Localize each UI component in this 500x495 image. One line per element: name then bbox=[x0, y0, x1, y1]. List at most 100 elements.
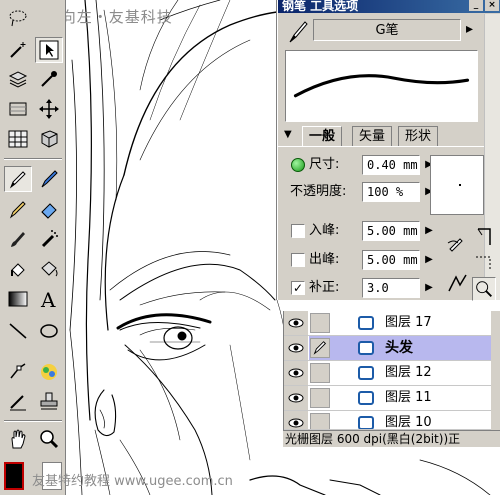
size-label: 尺寸: bbox=[309, 157, 340, 172]
layer-select-icon[interactable] bbox=[4, 66, 32, 92]
layer-edit-toggle[interactable] bbox=[310, 313, 330, 333]
layer-edit-toggle[interactable] bbox=[310, 363, 330, 383]
layer-visibility[interactable] bbox=[284, 336, 309, 360]
size-field[interactable]: 0.40 mm bbox=[362, 155, 420, 175]
layer-status-bar: 光栅图层 600 dpi(黑白(2bit))正 bbox=[283, 430, 500, 447]
end-icon[interactable] bbox=[472, 251, 496, 275]
eyedropper-icon[interactable] bbox=[35, 66, 63, 92]
eraser-icon[interactable] bbox=[35, 196, 63, 222]
out-field[interactable]: 5.00 mm bbox=[362, 250, 420, 270]
opacity-label: 不透明度: bbox=[290, 184, 347, 199]
start-icon[interactable] bbox=[472, 225, 496, 249]
in-field[interactable]: 5.00 mm bbox=[362, 221, 420, 241]
correction-pen-icon[interactable] bbox=[446, 271, 470, 295]
grid-icon[interactable] bbox=[4, 126, 32, 152]
tab-collapse-icon[interactable]: ▼ bbox=[284, 129, 292, 140]
lasso-icon[interactable] bbox=[4, 5, 32, 31]
out-label: 出峰: bbox=[309, 252, 340, 267]
layer-name: 图层 17 bbox=[385, 315, 432, 330]
zoom-icon[interactable] bbox=[35, 426, 63, 452]
correction-label: 补正: bbox=[309, 280, 340, 295]
foreground-color-swatch[interactable] bbox=[4, 462, 24, 490]
layer-row[interactable]: 图层 17 bbox=[284, 311, 500, 336]
brush-preset-name[interactable]: G笔 bbox=[313, 19, 461, 41]
gradient-icon[interactable] bbox=[4, 286, 32, 312]
bucket-icon[interactable] bbox=[35, 256, 63, 282]
text-icon[interactable]: A bbox=[35, 286, 63, 312]
eye-icon bbox=[288, 368, 304, 378]
toolbar-divider bbox=[4, 420, 62, 422]
brush-icon[interactable] bbox=[4, 226, 32, 252]
raster-layer-icon bbox=[358, 366, 374, 380]
correction-checkbox[interactable]: ✓ bbox=[291, 281, 305, 295]
in-label: 入峰: bbox=[309, 223, 340, 238]
fill-icon[interactable] bbox=[4, 256, 32, 282]
correction-arrow[interactable]: ▶ bbox=[424, 278, 434, 298]
title-buttons: _ × bbox=[469, 0, 499, 11]
layer-edit-toggle[interactable] bbox=[310, 413, 330, 429]
eye-icon bbox=[288, 393, 304, 403]
layer-visibility[interactable] bbox=[284, 411, 309, 429]
stamp-icon[interactable] bbox=[35, 388, 63, 414]
layer-row[interactable]: 图层 10 bbox=[284, 411, 500, 430]
move-icon[interactable] bbox=[4, 96, 32, 122]
move-arrows-icon[interactable] bbox=[35, 96, 63, 122]
out-arrow[interactable]: ▶ bbox=[424, 250, 434, 270]
pen-pressure-icon[interactable] bbox=[446, 231, 470, 255]
object-icon[interactable] bbox=[35, 126, 63, 152]
toolbar-divider bbox=[4, 158, 62, 160]
out-checkbox[interactable] bbox=[291, 253, 305, 267]
arrow-select-icon[interactable] bbox=[35, 37, 63, 63]
layers-panel: 图层 17 头发 图层 12 图层 11 图层 10 bbox=[283, 311, 500, 430]
ellipse-icon[interactable] bbox=[35, 318, 63, 344]
brush-dot bbox=[459, 184, 461, 186]
pencil-icon[interactable] bbox=[4, 196, 32, 222]
eye-icon bbox=[288, 418, 304, 428]
layer-row[interactable]: 图层 11 bbox=[284, 386, 500, 411]
pen-tool-options-window: 钢笔 工具选项 _ × G笔 ▸ ▼ 一般 矢量 形状 尺寸: 0.40 mm … bbox=[277, 0, 500, 301]
tab-general[interactable]: 一般 bbox=[302, 126, 343, 147]
in-checkbox[interactable] bbox=[291, 224, 305, 238]
raster-layer-icon bbox=[358, 341, 374, 355]
pen-icon[interactable] bbox=[4, 166, 32, 192]
layer-edit-toggle[interactable] bbox=[310, 388, 330, 408]
layer-row[interactable]: 图层 12 bbox=[284, 361, 500, 386]
layer-name: 图层 10 bbox=[385, 415, 432, 430]
brush-menu-arrow[interactable]: ▸ bbox=[466, 18, 480, 40]
marker-icon[interactable] bbox=[35, 166, 63, 192]
layer-visibility[interactable] bbox=[284, 311, 309, 335]
airbrush-icon[interactable] bbox=[35, 226, 63, 252]
options-title-bar[interactable]: 钢笔 工具选项 _ × bbox=[278, 0, 500, 13]
minimize-button[interactable]: _ bbox=[469, 0, 483, 11]
close-button[interactable]: × bbox=[485, 0, 499, 11]
color-pen-icon[interactable] bbox=[35, 358, 63, 384]
eye-icon bbox=[288, 318, 304, 328]
raster-layer-icon bbox=[358, 391, 374, 405]
ruler-icon[interactable] bbox=[4, 388, 32, 414]
hand-icon[interactable] bbox=[4, 426, 32, 452]
opacity-field[interactable]: 100 % bbox=[362, 182, 420, 202]
layer-edit-toggle[interactable] bbox=[310, 338, 330, 358]
raster-layer-icon bbox=[358, 416, 374, 429]
layer-name: 图层 11 bbox=[385, 390, 432, 405]
in-arrow[interactable]: ▶ bbox=[424, 221, 434, 241]
tab-vector[interactable]: 矢量 bbox=[352, 126, 393, 146]
pen-path-icon[interactable] bbox=[4, 358, 32, 384]
correction-field[interactable]: 3.0 bbox=[362, 278, 420, 298]
raster-layer-icon bbox=[358, 316, 374, 330]
speed-icon[interactable] bbox=[472, 277, 496, 301]
magic-wand-icon[interactable] bbox=[4, 37, 32, 63]
brush-preset-icon[interactable] bbox=[286, 18, 310, 46]
size-pressure-icon[interactable] bbox=[291, 158, 305, 172]
edit-pen-icon bbox=[313, 341, 327, 355]
layer-name: 图层 12 bbox=[385, 365, 432, 380]
layer-visibility[interactable] bbox=[284, 361, 309, 385]
stroke-preview bbox=[285, 50, 478, 122]
layer-name: 头发 bbox=[385, 340, 413, 356]
layer-row-selected[interactable]: 头发 bbox=[284, 336, 500, 361]
line-icon[interactable] bbox=[4, 318, 32, 344]
layer-visibility[interactable] bbox=[284, 386, 309, 410]
tab-shape[interactable]: 形状 bbox=[398, 126, 439, 146]
layers-scrollbar[interactable] bbox=[491, 311, 500, 430]
svg-text:A: A bbox=[40, 288, 56, 310]
